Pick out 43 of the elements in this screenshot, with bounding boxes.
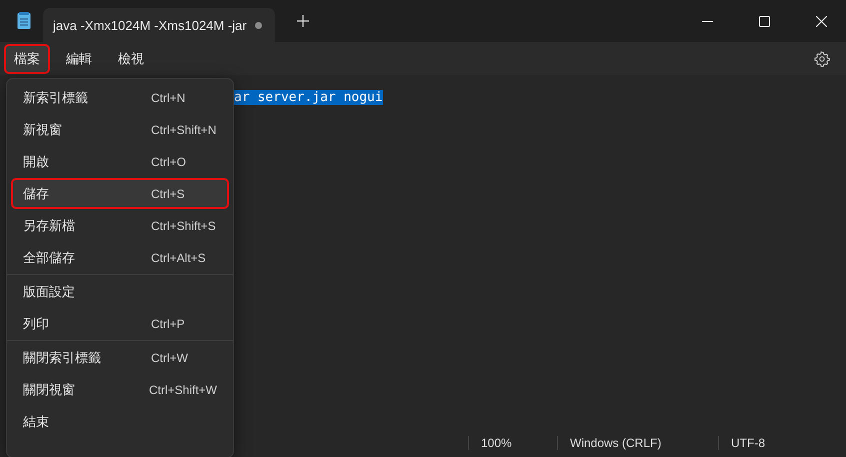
menu-item-label: 版面設定 bbox=[23, 284, 76, 300]
shortcut-label: Ctrl+S bbox=[151, 186, 185, 200]
menu-item[interactable]: 開啟 Ctrl+O bbox=[11, 146, 229, 177]
shortcut-label: Ctrl+Alt+S bbox=[151, 250, 206, 264]
menu-item[interactable]: 新視窗 Ctrl+Shift+N bbox=[11, 114, 229, 145]
menu-item[interactable]: 版面設定 bbox=[11, 276, 229, 307]
notepad-icon bbox=[17, 12, 31, 30]
settings-icon[interactable] bbox=[814, 50, 830, 66]
menu-item-label: 列印 bbox=[23, 316, 50, 332]
shortcut-label: Ctrl+Shift+W bbox=[148, 382, 217, 396]
menu-item[interactable]: 另存新檔 Ctrl+Shift+S bbox=[11, 210, 229, 241]
shortcut-label: Ctrl+O bbox=[151, 154, 186, 168]
menu-item[interactable]: 編輯 bbox=[56, 44, 102, 74]
menu-item-label: 關閉索引標籤 bbox=[23, 350, 102, 366]
shortcut-label: Ctrl+Shift+S bbox=[151, 218, 216, 232]
menu-item[interactable]: 新索引標籤 Ctrl+N bbox=[11, 82, 229, 113]
menu-item-label: 儲存 bbox=[23, 186, 50, 202]
menu-item[interactable]: 列印 Ctrl+P bbox=[11, 308, 229, 339]
encoding: UTF-8 bbox=[730, 436, 765, 450]
document-tab[interactable]: java -Xmx1024M -Xms1024M -jar bbox=[43, 8, 275, 42]
menu-item[interactable]: 檔案 bbox=[4, 44, 50, 74]
menu-item[interactable]: 關閉視窗 Ctrl+Shift+W bbox=[11, 374, 229, 405]
line-ending: Windows (CRLF) bbox=[569, 436, 662, 450]
menu-item-label: 另存新檔 bbox=[23, 218, 76, 234]
menu-item-label: 關閉視窗 bbox=[23, 382, 76, 398]
menu-item-label: 新索引標籤 bbox=[23, 90, 89, 106]
menu-item[interactable]: 檢視 bbox=[108, 44, 154, 74]
zoom-level: 100% bbox=[480, 436, 513, 450]
menu-item[interactable]: 儲存 Ctrl+S bbox=[11, 178, 229, 209]
menu-item-label: 全部儲存 bbox=[23, 250, 76, 266]
menu-item-label: 開啟 bbox=[23, 154, 50, 170]
close-icon[interactable] bbox=[816, 16, 827, 26]
menu-item[interactable]: 結束 bbox=[11, 406, 229, 437]
menu-item-label: 結束 bbox=[23, 414, 50, 430]
shortcut-label: Ctrl+W bbox=[151, 350, 188, 364]
menu-item[interactable]: 全部儲存 Ctrl+Alt+S bbox=[11, 242, 229, 273]
shortcut-label: Ctrl+P bbox=[151, 316, 185, 330]
shortcut-label: Ctrl+N bbox=[151, 90, 186, 104]
shortcut-label: Ctrl+Shift+N bbox=[151, 122, 216, 136]
new-tab-icon[interactable] bbox=[297, 15, 309, 27]
menu-item[interactable]: 關閉索引標籤 Ctrl+W bbox=[11, 342, 229, 373]
maximize-icon[interactable] bbox=[759, 16, 770, 26]
menu-item-label: 新視窗 bbox=[23, 122, 63, 138]
